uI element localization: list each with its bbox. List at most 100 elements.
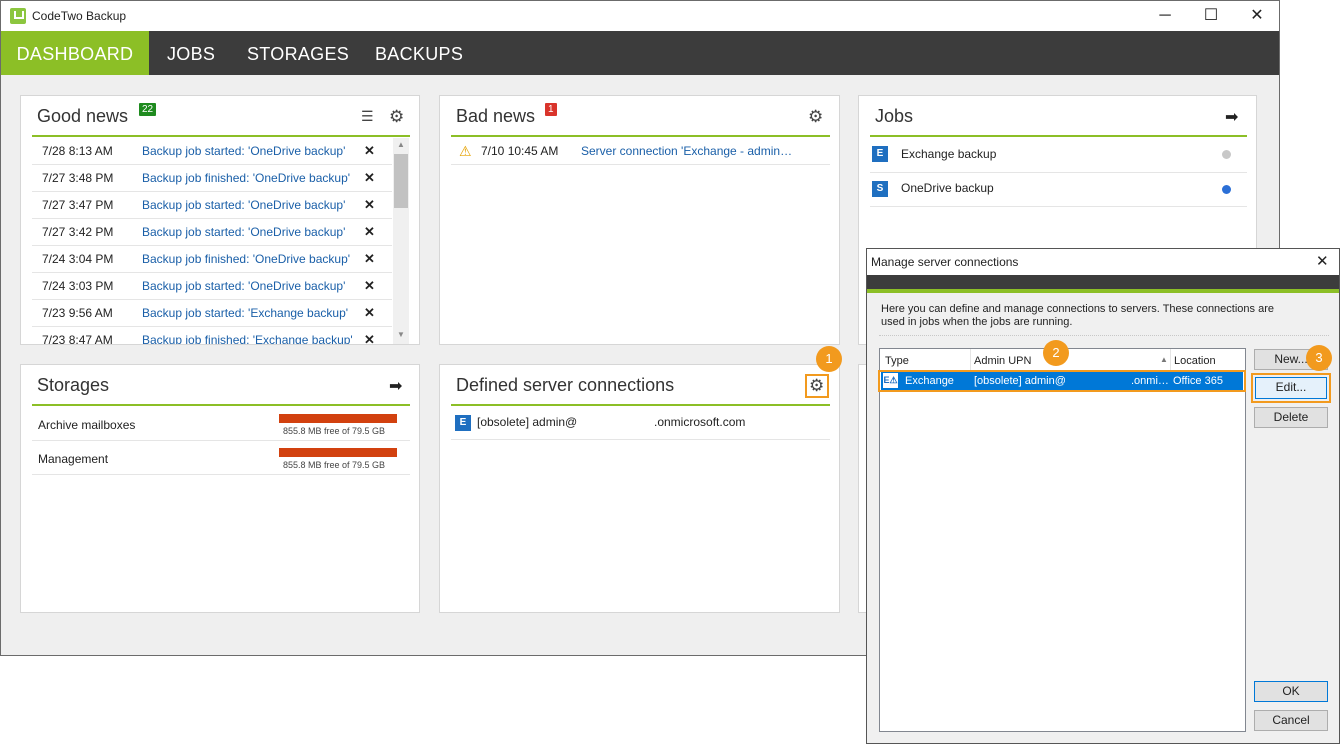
job-row[interactable]: E Exchange backup — [870, 140, 1247, 173]
dismiss-icon[interactable]: ✕ — [364, 165, 375, 191]
dismiss-icon[interactable]: ✕ — [364, 246, 375, 272]
exchange-icon: E — [455, 415, 471, 431]
manage-server-connections-dialog: Manage server connections ✕ Here you can… — [866, 248, 1340, 744]
callout-3: 3 — [1306, 345, 1332, 371]
bad-news-panel: Bad news 1 ⚙ ⚠ 7/10 10:45 AM Server conn… — [439, 95, 840, 345]
column-divider[interactable] — [970, 349, 971, 371]
item-link[interactable]: Backup job started: 'OneDrive backup' — [142, 192, 345, 218]
close-button[interactable]: ✕ — [1234, 1, 1280, 31]
tab-storages[interactable]: STORAGES — [247, 31, 349, 75]
storage-row[interactable]: Archive mailboxes 855.8 MB free of 79.5 … — [32, 407, 410, 441]
item-link[interactable]: Backup job started: 'OneDrive backup' — [142, 138, 345, 164]
manage-connections-gear-icon[interactable]: ⚙ — [809, 377, 824, 394]
sharepoint-onedrive-icon: S — [872, 181, 888, 197]
panel-divider — [451, 404, 830, 406]
item-time: 7/27 3:42 PM — [42, 225, 114, 239]
storages-title: Storages — [37, 375, 110, 395]
list-item[interactable]: 7/24 3:04 PM Backup job finished: 'OneDr… — [32, 246, 392, 273]
item-time: 7/23 9:56 AM — [42, 306, 113, 320]
jobs-title: Jobs — [875, 106, 914, 126]
job-status-dot — [1222, 185, 1231, 194]
item-time: 7/28 8:13 AM — [42, 144, 113, 158]
item-link[interactable]: Backup job finished: 'Exchange backup' — [142, 327, 353, 344]
ok-button[interactable]: OK — [1254, 681, 1328, 702]
storage-name[interactable]: Archive mailboxes — [38, 418, 135, 432]
server-connections-title: Defined server connections — [456, 375, 675, 395]
storage-usage-bar — [279, 448, 397, 457]
scroll-down-icon[interactable]: ▼ — [397, 330, 405, 339]
good-news-scrollbar[interactable]: ▲ ▼ — [393, 138, 409, 344]
minimize-button[interactable]: ─ — [1142, 1, 1188, 31]
tab-dashboard[interactable]: DASHBOARD — [1, 31, 149, 75]
dialog-dark-strip — [867, 275, 1339, 289]
storage-row[interactable]: Management 855.8 MB free of 79.5 GB — [32, 441, 410, 475]
item-link[interactable]: Backup job started: 'OneDrive backup' — [142, 219, 345, 245]
go-to-storages-arrow-icon[interactable]: ➡ — [389, 376, 402, 396]
scrollbar-thumb[interactable] — [394, 154, 408, 208]
title-bar: CodeTwo Backup ─ ☐ ✕ — [1, 1, 1279, 31]
item-link[interactable]: Backup job finished: 'OneDrive backup' — [142, 165, 350, 191]
panel-divider — [451, 135, 830, 137]
dismiss-icon[interactable]: ✕ — [364, 327, 375, 344]
storage-usage-bar — [279, 414, 397, 423]
list-item[interactable]: ⚠ 7/10 10:45 AM Server connection 'Excha… — [451, 138, 830, 165]
item-link[interactable]: Server connection 'Exchange - admin… — [581, 138, 792, 164]
scroll-up-icon[interactable]: ▲ — [397, 140, 405, 149]
dismiss-icon[interactable]: ✕ — [364, 273, 375, 299]
job-row[interactable]: S OneDrive backup — [870, 173, 1247, 207]
item-time: 7/27 3:48 PM — [42, 171, 114, 185]
edit-button[interactable]: Edit... — [1255, 377, 1327, 399]
dialog-accent-strip — [867, 289, 1339, 293]
window-title: CodeTwo Backup — [32, 9, 127, 23]
dismiss-icon[interactable]: ✕ — [364, 192, 375, 218]
tab-backups[interactable]: BACKUPS — [375, 31, 463, 75]
tab-jobs[interactable]: JOBS — [167, 31, 215, 75]
storage-free-label: 855.8 MB free of 79.5 GB — [283, 460, 386, 470]
job-status-dot — [1222, 150, 1231, 159]
good-news-settings-gear-icon[interactable]: ⚙ — [389, 108, 404, 125]
connection-row[interactable]: E [obsolete] admin@ .onmicrosoft.com — [451, 409, 830, 440]
list-item[interactable]: 7/24 3:03 PM Backup job started: 'OneDri… — [32, 273, 392, 300]
column-header-admin-upn[interactable]: Admin UPN — [974, 355, 1031, 367]
storage-name[interactable]: Management — [38, 452, 108, 466]
column-header-location[interactable]: Location — [1174, 355, 1216, 367]
list-item[interactable]: 7/27 3:48 PM Backup job finished: 'OneDr… — [32, 165, 392, 192]
dialog-title-bar: Manage server connections ✕ — [867, 249, 1339, 275]
storages-panel: Storages ➡ Archive mailboxes 855.8 MB fr… — [20, 364, 420, 613]
column-divider[interactable] — [1170, 349, 1171, 371]
list-item[interactable]: 7/27 3:42 PM Backup job started: 'OneDri… — [32, 219, 392, 246]
good-news-count-badge: 22 — [139, 103, 157, 116]
delete-button[interactable]: Delete — [1254, 407, 1328, 428]
dialog-close-icon[interactable]: ✕ — [1316, 252, 1329, 270]
connection-upn-domain: .onmicrosoft.com — [654, 415, 746, 429]
column-header-type[interactable]: Type — [885, 355, 909, 367]
callout-highlight — [878, 370, 1246, 392]
item-link[interactable]: Backup job started: 'OneDrive backup' — [142, 273, 345, 299]
list-item[interactable]: 7/28 8:13 AM Backup job started: 'OneDri… — [32, 138, 392, 165]
good-news-panel: Good news 22 ☰ ⚙ 7/28 8:13 AM Backup job… — [20, 95, 420, 345]
list-item[interactable]: 7/23 8:47 AM Backup job finished: 'Excha… — [32, 327, 392, 344]
job-name[interactable]: OneDrive backup — [901, 173, 994, 204]
dialog-description: Here you can define and manage connectio… — [881, 303, 1274, 328]
cancel-button[interactable]: Cancel — [1254, 710, 1328, 731]
clear-list-icon[interactable]: ☰ — [361, 108, 374, 125]
good-news-list: 7/28 8:13 AM Backup job started: 'OneDri… — [32, 138, 392, 344]
bad-news-settings-gear-icon[interactable]: ⚙ — [808, 108, 823, 125]
sort-ascending-icon: ▲ — [1160, 355, 1168, 364]
callout-1: 1 — [816, 346, 842, 372]
list-item[interactable]: 7/23 9:56 AM Backup job started: 'Exchan… — [32, 300, 392, 327]
connections-list-view[interactable]: Type Admin UPN ▲ Location E⚠ Exchange [o… — [878, 348, 1246, 732]
item-link[interactable]: Backup job started: 'Exchange backup' — [142, 300, 348, 326]
job-name[interactable]: Exchange backup — [901, 140, 996, 168]
dismiss-icon[interactable]: ✕ — [364, 138, 375, 164]
go-to-jobs-arrow-icon[interactable]: ➡ — [1225, 107, 1238, 127]
app-logo-icon — [10, 8, 26, 24]
item-link[interactable]: Backup job finished: 'OneDrive backup' — [142, 246, 350, 272]
dialog-separator — [879, 335, 1329, 337]
dismiss-icon[interactable]: ✕ — [364, 219, 375, 245]
maximize-button[interactable]: ☐ — [1188, 1, 1234, 31]
bad-news-title: Bad news — [456, 106, 536, 126]
list-item[interactable]: 7/27 3:47 PM Backup job started: 'OneDri… — [32, 192, 392, 219]
dismiss-icon[interactable]: ✕ — [364, 300, 375, 326]
exchange-icon: E — [872, 146, 888, 162]
